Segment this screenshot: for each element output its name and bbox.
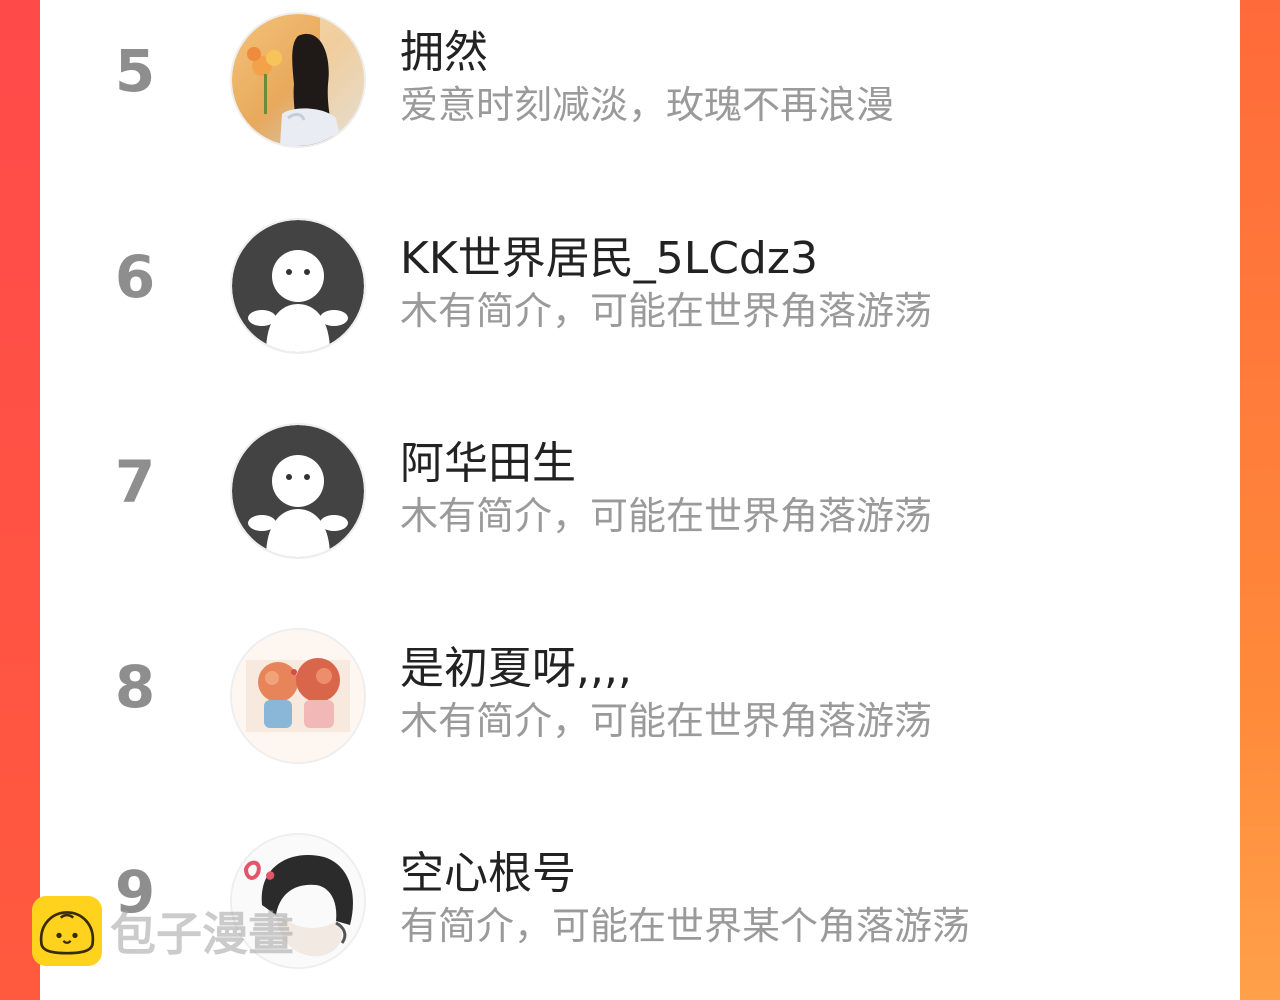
user-name[interactable]: 拥然 xyxy=(400,16,488,80)
user-name[interactable]: 是初夏呀,,,, xyxy=(400,632,632,696)
rank-number: 6 xyxy=(114,243,156,311)
watermark: 包子漫畫 xyxy=(32,895,294,967)
list-item[interactable]: 6 KK世界居民_5LCdz3 木有简介，可能在世界角落游荡 xyxy=(40,206,1240,356)
user-bio: 木有简介，可能在世界角落游荡 xyxy=(400,494,933,538)
avatar[interactable] xyxy=(230,12,366,148)
avatar[interactable] xyxy=(230,628,366,764)
list-item[interactable]: 8 是初夏呀,,,, 木有简介，可能在世界角落游荡 xyxy=(40,616,1240,766)
default-person-icon xyxy=(232,220,364,352)
user-name[interactable]: 阿华田生 xyxy=(400,427,576,491)
cartoon-couple-icon xyxy=(232,630,364,762)
bun-logo-icon xyxy=(32,896,102,966)
watermark-text: 包子漫畫 xyxy=(110,907,294,961)
user-bio: 有简介，可能在世界某个角落游荡 xyxy=(400,904,971,948)
user-name[interactable]: KK世界居民_5LCdz3 xyxy=(400,222,818,286)
left-accent-border xyxy=(0,0,40,1000)
photo-girl-flowers-icon xyxy=(232,14,364,146)
rank-number: 7 xyxy=(114,448,156,516)
right-accent-border xyxy=(1240,0,1280,1000)
rank-number: 5 xyxy=(114,37,156,105)
rank-number: 8 xyxy=(114,653,156,721)
ranking-list: 5 拥然 爱意时刻减淡，玫瑰不再浪漫 6 KK世界居民_5LCdz3 木有简介，… xyxy=(40,0,1240,1000)
user-bio: 木有简介，可能在世界角落游荡 xyxy=(400,699,933,743)
user-bio: 木有简介，可能在世界角落游荡 xyxy=(400,289,933,333)
user-name[interactable]: 空心根号 xyxy=(400,837,576,901)
user-bio: 爱意时刻减淡，玫瑰不再浪漫 xyxy=(400,83,895,127)
list-item[interactable]: 7 阿华田生 木有简介，可能在世界角落游荡 xyxy=(40,411,1240,561)
list-item[interactable]: 5 拥然 爱意时刻减淡，玫瑰不再浪漫 xyxy=(40,0,1240,150)
avatar[interactable] xyxy=(230,218,366,354)
default-person-icon xyxy=(232,425,364,557)
avatar[interactable] xyxy=(230,423,366,559)
